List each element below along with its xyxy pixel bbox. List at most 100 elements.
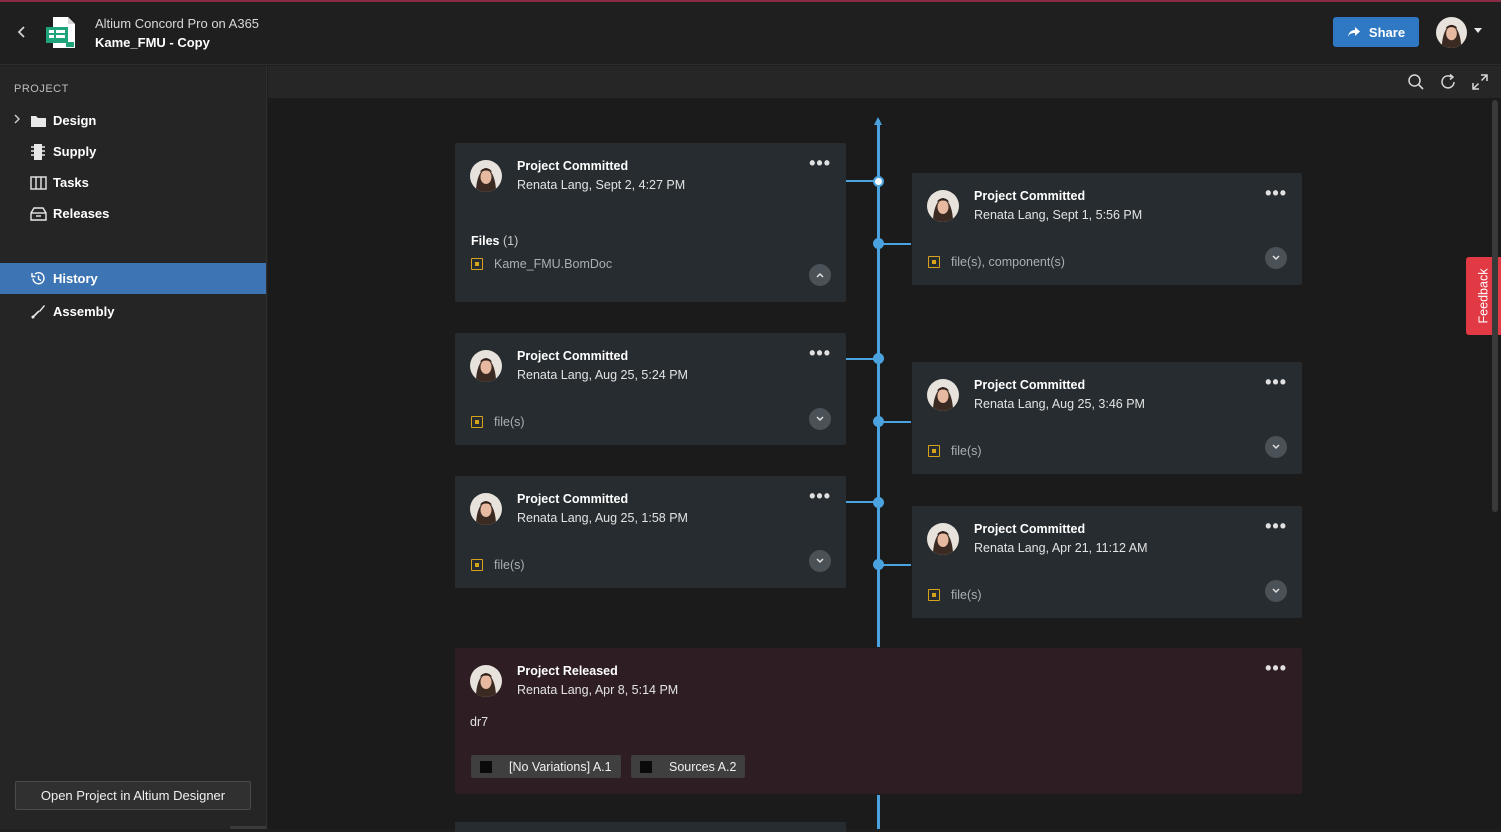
file-summary: file(s): [951, 588, 982, 602]
commit-card[interactable]: Project Committed Renata Lang, Aug 25, 1…: [455, 476, 846, 588]
releases-icon: [29, 205, 47, 223]
card-subtitle: Renata Lang, Sept 2, 4:27 PM: [517, 178, 686, 192]
chip-swatch-icon: [480, 760, 492, 773]
card-subtitle: Renata Lang, Aug 25, 3:46 PM: [974, 397, 1145, 411]
sidebar-item-history[interactable]: History: [0, 263, 266, 294]
file-icon: [471, 258, 483, 270]
release-card[interactable]: Project Released Renata Lang, Apr 8, 5:1…: [455, 648, 1302, 794]
release-title: Project Released: [517, 664, 618, 678]
card-subtitle: Renata Lang, Apr 21, 11:12 AM: [974, 541, 1148, 555]
sidebar-item-label: Releases: [53, 206, 110, 221]
chevron-down-icon: [1272, 444, 1280, 450]
expand-icon[interactable]: [1471, 73, 1489, 91]
expand-toggle[interactable]: [809, 408, 831, 430]
expand-toggle[interactable]: [1265, 580, 1287, 602]
commit-card[interactable]: Project Committed Renata Lang, Aug 25, 3…: [912, 362, 1302, 474]
file-icon: [928, 445, 940, 457]
search-icon[interactable]: [1407, 73, 1425, 91]
more-options-icon[interactable]: •••: [1265, 517, 1287, 535]
more-options-icon[interactable]: •••: [809, 487, 831, 505]
user-avatar[interactable]: [1436, 17, 1467, 48]
timeline-node[interactable]: [873, 559, 884, 570]
back-arrow-icon[interactable]: [14, 22, 30, 42]
file-icon: [471, 416, 483, 428]
vertical-scrollbar[interactable]: [1492, 100, 1498, 512]
timeline-node[interactable]: [873, 238, 884, 249]
commit-card[interactable]: Project Committed Renata Lang, Apr 21, 1…: [912, 506, 1302, 618]
chevron-right-icon[interactable]: [13, 114, 21, 127]
file-summary: file(s): [494, 558, 525, 572]
files-label: Files: [471, 234, 500, 248]
file-row[interactable]: file(s): [471, 415, 525, 429]
card-title: Project Committed: [517, 349, 629, 363]
chevron-down-icon: [1272, 255, 1280, 261]
expand-toggle[interactable]: [1265, 436, 1287, 458]
expand-toggle[interactable]: [1265, 247, 1287, 269]
timeline-node[interactable]: [873, 497, 884, 508]
author-avatar: [927, 523, 959, 555]
file-icon: [928, 256, 940, 268]
card-title: Project Committed: [517, 159, 629, 173]
timeline-node[interactable]: [873, 416, 884, 427]
file-icon: [928, 589, 940, 601]
collapse-toggle[interactable]: [809, 264, 831, 286]
more-options-icon[interactable]: •••: [1265, 373, 1287, 391]
file-summary: file(s): [494, 415, 525, 429]
timeline-node[interactable]: [873, 353, 884, 364]
file-icon: [471, 559, 483, 571]
timeline-node[interactable]: [873, 176, 884, 187]
release-description: dr7: [470, 715, 489, 729]
chip-label: Sources A.2: [669, 759, 737, 774]
file-row[interactable]: file(s), component(s): [928, 255, 1065, 269]
chevron-down-icon: [1272, 588, 1280, 594]
sidebar-item-design[interactable]: Design: [0, 105, 266, 136]
sidebar-item-label: Design: [53, 113, 97, 128]
open-in-designer-button[interactable]: Open Project in Altium Designer: [15, 781, 251, 810]
more-options-icon[interactable]: •••: [809, 154, 831, 172]
sidebar-item-label: Supply: [53, 144, 97, 159]
author-avatar: [470, 665, 502, 697]
chevron-down-icon: [816, 558, 824, 564]
sidebar-item-supply[interactable]: Supply: [0, 136, 266, 167]
sidebar-item-assembly[interactable]: Assembly: [0, 296, 266, 327]
share-button[interactable]: Share: [1333, 17, 1419, 47]
author-avatar: [470, 350, 502, 382]
author-avatar: [470, 160, 502, 192]
history-icon: [29, 270, 47, 288]
author-avatar: [927, 379, 959, 411]
file-row[interactable]: file(s): [928, 444, 982, 458]
card-title: Project Committed: [974, 522, 1086, 536]
folder-icon: [29, 112, 47, 130]
project-name: Kame_FMU - Copy: [95, 35, 210, 50]
sidebar-item-releases[interactable]: Releases: [0, 198, 266, 229]
header: Altium Concord Pro on A365 Kame_FMU - Co…: [0, 2, 1501, 65]
chip-icon: [29, 143, 47, 161]
commit-card[interactable]: Project Committed Renata Lang, Sept 1, 5…: [912, 173, 1302, 285]
chevron-down-icon: [816, 416, 824, 422]
card-subtitle: Renata Lang, Aug 25, 5:24 PM: [517, 368, 688, 382]
file-row[interactable]: file(s): [928, 588, 982, 602]
commit-card[interactable]: Project Committed Renata Lang, Sept 2, 4…: [455, 143, 846, 302]
canvas-toolbar: [268, 66, 1501, 98]
commit-card-partial[interactable]: [455, 822, 846, 832]
chip-swatch-icon: [640, 760, 652, 773]
release-subtitle: Renata Lang, Apr 8, 5:14 PM: [517, 683, 679, 697]
project-file-icon: [44, 15, 78, 51]
user-menu-caret-icon[interactable]: [1474, 28, 1482, 33]
chip-label: [No Variations] A.1: [509, 759, 612, 774]
author-avatar: [470, 493, 502, 525]
expand-toggle[interactable]: [809, 550, 831, 572]
sidebar-item-tasks[interactable]: Tasks: [0, 167, 266, 198]
more-options-icon[interactable]: •••: [1265, 659, 1287, 677]
file-row[interactable]: file(s): [471, 558, 525, 572]
refresh-icon[interactable]: [1439, 73, 1457, 91]
release-chip[interactable]: [No Variations] A.1: [471, 755, 621, 778]
release-chip[interactable]: Sources A.2: [631, 755, 746, 778]
timeline-arrow-icon: [874, 117, 882, 125]
file-row[interactable]: Kame_FMU.BomDoc: [471, 257, 612, 271]
more-options-icon[interactable]: •••: [809, 344, 831, 362]
assembly-icon: [29, 303, 47, 321]
board-icon: [29, 174, 47, 192]
more-options-icon[interactable]: •••: [1265, 184, 1287, 202]
commit-card[interactable]: Project Committed Renata Lang, Aug 25, 5…: [455, 333, 846, 445]
